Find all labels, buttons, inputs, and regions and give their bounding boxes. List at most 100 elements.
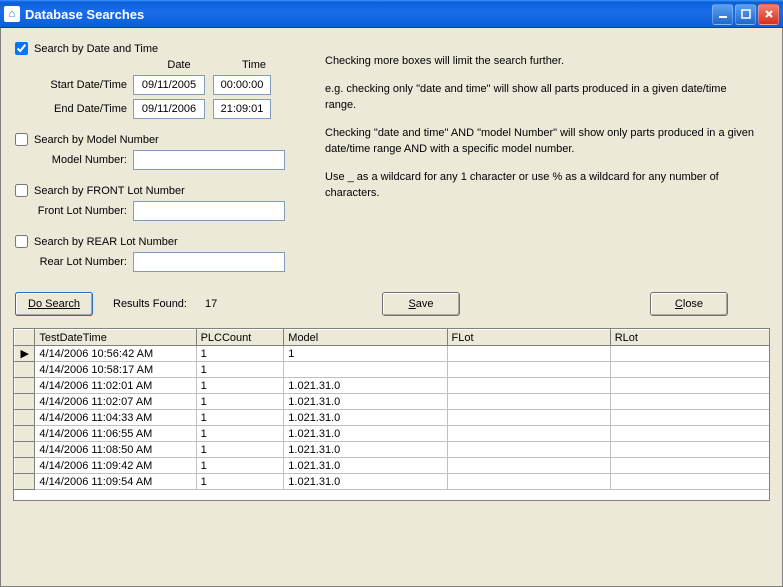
cell[interactable] bbox=[610, 442, 769, 458]
cell[interactable]: 1 bbox=[196, 362, 284, 378]
cell[interactable]: 1.021.31.0 bbox=[284, 426, 447, 442]
table-row[interactable]: ▶4/14/2006 10:56:42 AM11 bbox=[15, 346, 770, 362]
checkbox-date-time[interactable] bbox=[15, 42, 28, 55]
input-rear-lot[interactable] bbox=[133, 252, 285, 272]
cell[interactable] bbox=[610, 378, 769, 394]
cell[interactable]: 1.021.31.0 bbox=[284, 410, 447, 426]
cell[interactable]: 1 bbox=[196, 394, 284, 410]
label-date-time: Search by Date and Time bbox=[34, 43, 158, 55]
cell[interactable]: 4/14/2006 10:58:17 AM bbox=[35, 362, 196, 378]
label-rear-lot: Rear Lot Number: bbox=[15, 256, 133, 268]
help-p1: Checking more boxes will limit the searc… bbox=[325, 53, 758, 70]
row-header[interactable] bbox=[15, 426, 35, 442]
cell[interactable]: 1.021.31.0 bbox=[284, 378, 447, 394]
cell[interactable] bbox=[447, 442, 610, 458]
cell[interactable]: 1 bbox=[196, 442, 284, 458]
cell[interactable]: 4/14/2006 11:06:55 AM bbox=[35, 426, 196, 442]
cell[interactable]: 4/14/2006 11:09:42 AM bbox=[35, 458, 196, 474]
cell[interactable] bbox=[447, 346, 610, 362]
close-dialog-button[interactable]: Close bbox=[650, 292, 728, 316]
cell[interactable] bbox=[610, 426, 769, 442]
window-title: Database Searches bbox=[25, 7, 712, 22]
input-start-date[interactable] bbox=[133, 75, 205, 95]
row-header[interactable] bbox=[15, 362, 35, 378]
section-date-time: Search by Date and Time Date Time Start … bbox=[15, 42, 315, 119]
row-header[interactable] bbox=[15, 410, 35, 426]
cell[interactable]: 1.021.31.0 bbox=[284, 442, 447, 458]
checkbox-model-number[interactable] bbox=[15, 133, 28, 146]
input-start-time[interactable] bbox=[213, 75, 271, 95]
label-front-lot-check: Search by FRONT Lot Number bbox=[34, 185, 185, 197]
header-time: Time bbox=[225, 59, 283, 71]
row-header[interactable]: ▶ bbox=[15, 346, 35, 362]
cell[interactable] bbox=[447, 394, 610, 410]
cell[interactable] bbox=[610, 458, 769, 474]
cell[interactable] bbox=[610, 394, 769, 410]
maximize-button[interactable] bbox=[735, 4, 756, 25]
cell[interactable] bbox=[610, 474, 769, 490]
minimize-button[interactable] bbox=[712, 4, 733, 25]
cell[interactable] bbox=[447, 362, 610, 378]
cell[interactable]: 1 bbox=[196, 474, 284, 490]
input-model-number[interactable] bbox=[133, 150, 285, 170]
cell[interactable]: 1 bbox=[284, 346, 447, 362]
do-search-button[interactable]: Do Search bbox=[15, 292, 93, 316]
row-header[interactable] bbox=[15, 442, 35, 458]
checkbox-front-lot[interactable] bbox=[15, 184, 28, 197]
table-row[interactable]: 4/14/2006 10:58:17 AM1 bbox=[15, 362, 770, 378]
column-header[interactable]: TestDateTime bbox=[35, 330, 196, 346]
cell[interactable] bbox=[447, 426, 610, 442]
cell[interactable] bbox=[610, 346, 769, 362]
table-row[interactable]: 4/14/2006 11:06:55 AM11.021.31.0 bbox=[15, 426, 770, 442]
results-found-label: Results Found: bbox=[113, 298, 187, 310]
cell[interactable] bbox=[610, 410, 769, 426]
cell[interactable]: 1 bbox=[196, 410, 284, 426]
cell[interactable] bbox=[447, 410, 610, 426]
input-end-date[interactable] bbox=[133, 99, 205, 119]
input-end-time[interactable] bbox=[213, 99, 271, 119]
table-row[interactable]: 4/14/2006 11:08:50 AM11.021.31.0 bbox=[15, 442, 770, 458]
column-header[interactable]: FLot bbox=[447, 330, 610, 346]
column-header[interactable]: Model bbox=[284, 330, 447, 346]
cell[interactable]: 1 bbox=[196, 458, 284, 474]
cell[interactable]: 1.021.31.0 bbox=[284, 474, 447, 490]
cell[interactable]: 4/14/2006 11:08:50 AM bbox=[35, 442, 196, 458]
header-date: Date bbox=[143, 59, 215, 71]
table-row[interactable]: 4/14/2006 11:02:07 AM11.021.31.0 bbox=[15, 394, 770, 410]
cell[interactable] bbox=[610, 362, 769, 378]
table-row[interactable]: 4/14/2006 11:09:42 AM11.021.31.0 bbox=[15, 458, 770, 474]
grid-scroll-area[interactable]: TestDateTimePLCCountModelFLotRLot ▶4/14/… bbox=[14, 329, 769, 500]
section-rear-lot: Search by REAR Lot Number Rear Lot Numbe… bbox=[15, 235, 315, 272]
cell[interactable] bbox=[284, 362, 447, 378]
cell[interactable]: 4/14/2006 10:56:42 AM bbox=[35, 346, 196, 362]
section-front-lot: Search by FRONT Lot Number Front Lot Num… bbox=[15, 184, 315, 221]
row-header[interactable] bbox=[15, 458, 35, 474]
grid-corner bbox=[15, 330, 35, 346]
cell[interactable]: 1.021.31.0 bbox=[284, 394, 447, 410]
help-p4: Use _ as a wildcard for any 1 character … bbox=[325, 169, 758, 202]
input-front-lot[interactable] bbox=[133, 201, 285, 221]
cell[interactable] bbox=[447, 474, 610, 490]
row-header[interactable] bbox=[15, 394, 35, 410]
checkbox-rear-lot[interactable] bbox=[15, 235, 28, 248]
cell[interactable]: 4/14/2006 11:04:33 AM bbox=[35, 410, 196, 426]
table-row[interactable]: 4/14/2006 11:09:54 AM11.021.31.0 bbox=[15, 474, 770, 490]
cell[interactable] bbox=[447, 378, 610, 394]
table-row[interactable]: 4/14/2006 11:04:33 AM11.021.31.0 bbox=[15, 410, 770, 426]
cell[interactable]: 4/14/2006 11:02:07 AM bbox=[35, 394, 196, 410]
close-button[interactable] bbox=[758, 4, 779, 25]
cell[interactable]: 1 bbox=[196, 378, 284, 394]
row-header[interactable] bbox=[15, 474, 35, 490]
cell[interactable]: 4/14/2006 11:09:54 AM bbox=[35, 474, 196, 490]
table-row[interactable]: 4/14/2006 11:02:01 AM11.021.31.0 bbox=[15, 378, 770, 394]
save-button[interactable]: Save bbox=[382, 292, 460, 316]
cell[interactable]: 1 bbox=[196, 426, 284, 442]
cell[interactable]: 4/14/2006 11:02:01 AM bbox=[35, 378, 196, 394]
cell[interactable] bbox=[447, 458, 610, 474]
row-header[interactable] bbox=[15, 378, 35, 394]
column-header[interactable]: PLCCount bbox=[196, 330, 284, 346]
column-header[interactable]: RLot bbox=[610, 330, 769, 346]
cell[interactable]: 1 bbox=[196, 346, 284, 362]
cell[interactable]: 1.021.31.0 bbox=[284, 458, 447, 474]
help-text: Checking more boxes will limit the searc… bbox=[315, 42, 768, 286]
